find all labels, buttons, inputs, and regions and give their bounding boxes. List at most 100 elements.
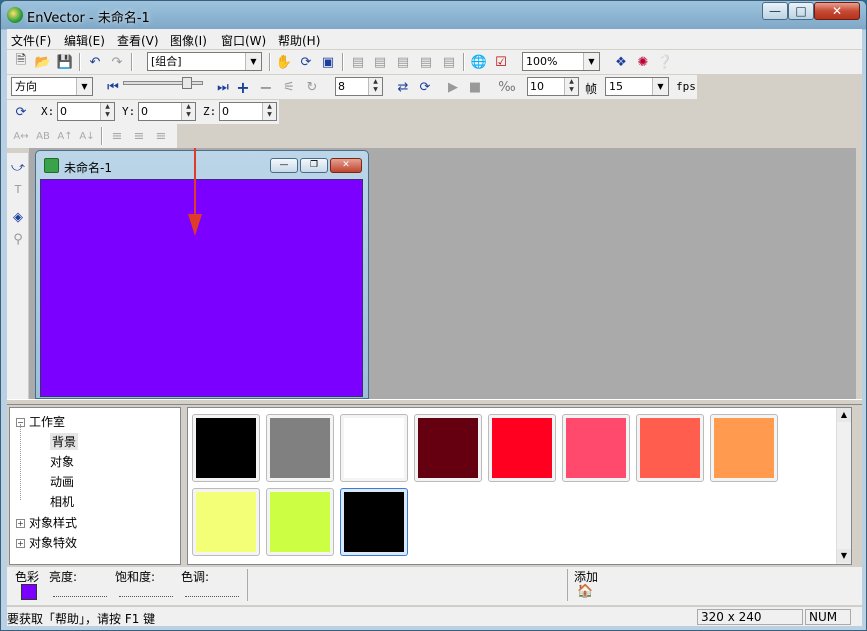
zoom-select[interactable]: 100% ▼ (522, 52, 600, 71)
new-file-icon[interactable]: 🗎 (11, 52, 31, 72)
color-swatch[interactable] (192, 488, 260, 556)
doc-minimize-button[interactable]: — (270, 158, 298, 173)
tree-node-background[interactable]: 背景 (50, 433, 79, 450)
title-bar[interactable]: EnVector - 未命名-1 — □ ✕ (1, 1, 867, 29)
menu-edit[interactable]: 编辑(E) (64, 32, 105, 49)
loop-icon[interactable]: ↻ (302, 77, 322, 97)
close-button[interactable]: ✕ (814, 2, 860, 20)
text-spacing-icon[interactable]: A↔ (11, 126, 31, 146)
text-shrink-icon[interactable]: A↓ (77, 126, 97, 146)
align-right-icon[interactable]: ≡ (151, 126, 171, 146)
color-swatch[interactable] (636, 414, 704, 482)
open-folder-icon[interactable]: 📂 (33, 52, 53, 72)
zoom-tool-icon[interactable]: ⚲ (8, 229, 28, 249)
swap-icon[interactable]: ⇄ (393, 77, 413, 97)
saturation-slider[interactable] (119, 587, 173, 597)
tween-icon[interactable]: ⚟ (279, 77, 299, 97)
play-icon[interactable]: ▶ (443, 77, 463, 97)
globe-icon[interactable]: 🌐 (469, 52, 489, 72)
help-pointer-icon[interactable]: ❔ (655, 52, 675, 72)
color-swatch[interactable] (340, 488, 408, 556)
rotate-tool-icon[interactable]: ⟳ (296, 52, 316, 72)
minimize-button[interactable]: — (762, 2, 788, 20)
spinner-arrows-icon[interactable]: ▲ ▼ (368, 78, 382, 95)
refresh-icon[interactable]: ⟳ (415, 77, 435, 97)
percent-icon[interactable]: ‰ (497, 77, 517, 97)
doc-restore-button[interactable]: ❐ (300, 158, 328, 173)
color-swatch[interactable] (192, 414, 260, 482)
menu-help[interactable]: 帮助(H) (278, 32, 320, 49)
fps-select[interactable]: 15 ▼ (605, 77, 669, 96)
separator (342, 53, 344, 71)
tree-node-object-style[interactable]: + 对象样式 (16, 514, 77, 531)
tree-node-object[interactable]: 对象 (50, 453, 74, 470)
text-grow-icon[interactable]: A↑ (55, 126, 75, 146)
color-swatch[interactable] (710, 414, 778, 482)
slider-thumb[interactable] (182, 77, 192, 89)
layer-down-icon[interactable]: ▤ (393, 52, 413, 72)
timeline-slider[interactable] (123, 77, 203, 89)
frame-end-icon[interactable]: ⏭ (213, 77, 233, 97)
color-swatch[interactable] (340, 414, 408, 482)
color-swatch[interactable] (488, 414, 556, 482)
redo-icon[interactable]: ↷ (107, 52, 127, 72)
direction-select[interactable]: 方向 ▼ (11, 77, 93, 96)
add-frame-icon[interactable]: + (233, 77, 253, 97)
text-kerning-icon[interactable]: AB (33, 126, 53, 146)
tree-node-studio[interactable]: − 工作室 (16, 413, 65, 430)
doc-close-button[interactable]: ✕ (330, 158, 362, 173)
menu-image[interactable]: 图像(I) (170, 32, 207, 49)
hand-tool-icon[interactable]: ✋ (274, 52, 294, 72)
expand-icon[interactable]: + (16, 539, 25, 548)
checkbox-tool-icon[interactable]: ☑ (491, 52, 511, 72)
export-icon[interactable]: ✺ (633, 52, 653, 72)
fit-view-icon[interactable]: ▣ (318, 52, 338, 72)
tree-node-animation[interactable]: 动画 (50, 473, 74, 490)
color-swatch[interactable] (266, 414, 334, 482)
y-spinner[interactable]: 0 ▲ ▼ (138, 102, 196, 121)
color-swatch[interactable] (266, 488, 334, 556)
menu-file[interactable]: 文件(F) (11, 32, 51, 49)
stop-icon[interactable]: ■ (465, 77, 485, 97)
frames-spinner[interactable]: 10 ▲ ▼ (527, 77, 579, 96)
x-spinner[interactable]: 0 ▲ ▼ (57, 102, 115, 121)
align-left-icon[interactable]: ≡ (107, 126, 127, 146)
vertical-scrollbar[interactable]: ▲ ▼ (836, 408, 851, 564)
render-icon[interactable]: ❖ (611, 52, 631, 72)
expand-icon[interactable]: + (16, 519, 25, 528)
remove-frame-icon[interactable]: − (256, 77, 276, 97)
layer-order-icon[interactable]: ▤ (348, 52, 368, 72)
layer-up-icon[interactable]: ▤ (370, 52, 390, 72)
spinner-arrows-icon[interactable]: ▲ ▼ (181, 103, 195, 120)
spinner-arrows-icon[interactable]: ▲ ▼ (564, 78, 578, 95)
text-tool-icon[interactable]: T (8, 179, 28, 199)
select-tool-icon[interactable]: ⤻ (8, 157, 28, 177)
color-swatch[interactable] (414, 414, 482, 482)
brightness-slider[interactable] (53, 587, 107, 597)
align-center-icon[interactable]: ≡ (129, 126, 149, 146)
save-icon[interactable]: 💾 (55, 52, 75, 72)
tree-node-camera[interactable]: 相机 (50, 493, 74, 510)
spinner-arrows-icon[interactable]: ▲ ▼ (262, 103, 276, 120)
scroll-up-icon[interactable]: ▲ (837, 408, 851, 422)
z-spinner[interactable]: 0 ▲ ▼ (219, 102, 277, 121)
shape-tool-icon[interactable]: ◈ (8, 207, 28, 227)
group-select[interactable]: [组合] ▼ (147, 52, 262, 71)
undo-icon[interactable]: ↶ (85, 52, 105, 72)
maximize-button[interactable]: □ (788, 2, 814, 20)
menu-view[interactable]: 查看(V) (117, 32, 159, 49)
hue-slider[interactable] (185, 587, 239, 597)
layer-back-icon[interactable]: ▤ (439, 52, 459, 72)
steps-spinner[interactable]: 8 ▲ ▼ (335, 77, 383, 96)
add-color-icon[interactable]: 🏠 (577, 584, 593, 600)
current-color-swatch[interactable] (21, 584, 37, 600)
panel-splitter[interactable] (7, 399, 862, 405)
color-swatch[interactable] (562, 414, 630, 482)
menu-window[interactable]: 窗口(W) (221, 32, 266, 49)
layer-front-icon[interactable]: ▤ (416, 52, 436, 72)
position-tool-icon[interactable]: ⟳ (11, 102, 31, 122)
scroll-down-icon[interactable]: ▼ (837, 549, 851, 563)
tree-node-object-effects[interactable]: + 对象特效 (16, 534, 77, 551)
frame-start-icon[interactable]: ⏮ (103, 77, 123, 97)
spinner-arrows-icon[interactable]: ▲ ▼ (100, 103, 114, 120)
